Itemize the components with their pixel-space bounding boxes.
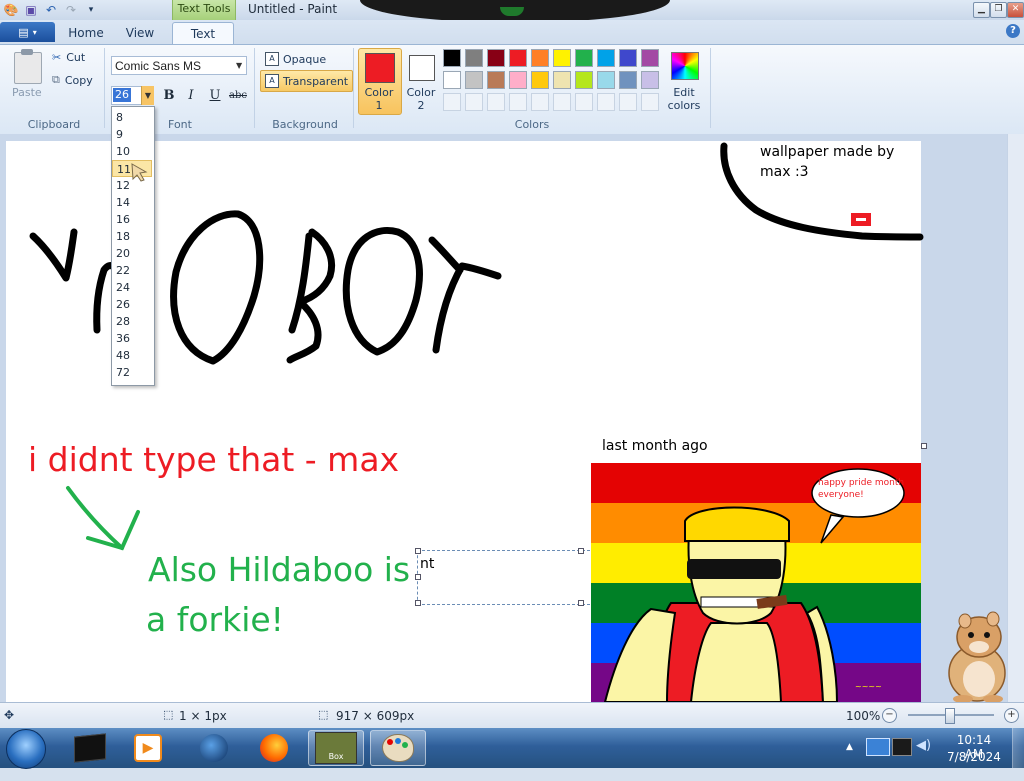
paint-icon bbox=[382, 734, 414, 762]
text-box-handle[interactable] bbox=[578, 600, 584, 606]
last-month-caption: last month ago bbox=[602, 438, 708, 454]
green-caption-line-2: a forkie! bbox=[146, 600, 284, 639]
font-size-option[interactable]: 20 bbox=[112, 245, 152, 262]
zoom-level-text: 100% bbox=[846, 709, 881, 723]
selection-size-text: 1 × 1px bbox=[179, 709, 227, 723]
red-caption: i didnt type that - max bbox=[28, 440, 400, 479]
monitor-icon bbox=[74, 733, 106, 763]
font-size-option[interactable]: 8 bbox=[112, 109, 152, 126]
stroke-o2 bbox=[342, 227, 423, 356]
firefox-icon bbox=[260, 734, 288, 762]
font-size-option[interactable]: 16 bbox=[112, 211, 152, 228]
text-box-handle[interactable] bbox=[578, 548, 584, 554]
artist-signature-mark: ~~~~ bbox=[855, 682, 882, 691]
selection-size-icon: ⬚ bbox=[163, 708, 174, 721]
text-box-handle[interactable] bbox=[415, 600, 421, 606]
font-size-option[interactable]: 9 bbox=[112, 126, 152, 143]
text-box-handle[interactable] bbox=[415, 574, 421, 580]
green-caption-line-1: Also Hildaboo is bbox=[148, 550, 411, 589]
media-player-icon: ▶ bbox=[134, 734, 162, 762]
font-size-option[interactable]: 14 bbox=[112, 194, 152, 211]
stroke-o bbox=[170, 210, 264, 365]
font-size-option[interactable]: 10 bbox=[112, 143, 152, 160]
canvas-size-icon: ⬚ bbox=[318, 708, 329, 721]
font-size-option[interactable]: 72 bbox=[112, 364, 152, 381]
taskbar-app-media-player[interactable]: ▶ bbox=[120, 730, 176, 766]
cursor-position-icon: ✥ bbox=[4, 708, 15, 722]
wallpaper-caption-line-1: wallpaper made by bbox=[760, 144, 895, 160]
show-desktop-button[interactable] bbox=[1012, 728, 1024, 768]
hamster-widget[interactable] bbox=[935, 603, 1015, 703]
zoom-out-button[interactable]: − bbox=[882, 708, 897, 723]
text-box-handle[interactable] bbox=[415, 548, 421, 554]
wallpaper-caption-line-2: max :3 bbox=[760, 164, 809, 180]
taskbar-app-firefox[interactable] bbox=[246, 730, 302, 766]
taskbar-app-browser[interactable] bbox=[186, 730, 242, 766]
network-icon[interactable] bbox=[892, 738, 912, 756]
zoom-slider-thumb[interactable] bbox=[945, 708, 955, 724]
stroke-b bbox=[286, 228, 335, 364]
taskbar-app-paint[interactable] bbox=[370, 730, 426, 766]
speech-bubble-text: happy pride month everyone! bbox=[818, 478, 905, 500]
clock-date[interactable]: 7/8/2024 bbox=[946, 750, 1002, 764]
zoom-in-button[interactable]: + bbox=[1004, 708, 1019, 723]
font-size-option[interactable]: 22 bbox=[112, 262, 152, 279]
font-size-option[interactable]: 48 bbox=[112, 347, 152, 364]
box-game-icon: Box bbox=[315, 732, 357, 764]
browser-globe-icon bbox=[200, 734, 228, 762]
taskbar-app-box-game[interactable]: Box bbox=[308, 730, 364, 766]
canvas-size-text: 917 × 609px bbox=[336, 709, 415, 723]
tray-expand-icon[interactable]: ▲ bbox=[846, 742, 853, 752]
font-size-option[interactable]: 18 bbox=[112, 228, 152, 245]
font-size-dropdown[interactable]: 8 9 10 11 12 14 16 18 20 22 24 26 28 36 … bbox=[111, 106, 155, 386]
stroke-y2 bbox=[428, 236, 502, 354]
font-size-option[interactable]: 24 bbox=[112, 279, 152, 296]
mouse-cursor-hand-icon bbox=[131, 163, 148, 182]
taskbar-app-unknown[interactable] bbox=[62, 730, 118, 766]
font-size-option[interactable]: 26 bbox=[112, 296, 152, 313]
text-input-value[interactable]: nt bbox=[420, 556, 434, 572]
action-center-icon[interactable] bbox=[866, 738, 890, 756]
start-button[interactable] bbox=[6, 729, 46, 769]
font-size-option[interactable]: 28 bbox=[112, 313, 152, 330]
stroke-y bbox=[29, 228, 78, 282]
green-arrow bbox=[66, 486, 140, 551]
volume-icon[interactable]: ◀) bbox=[916, 738, 931, 753]
font-size-option[interactable]: 36 bbox=[112, 330, 152, 347]
